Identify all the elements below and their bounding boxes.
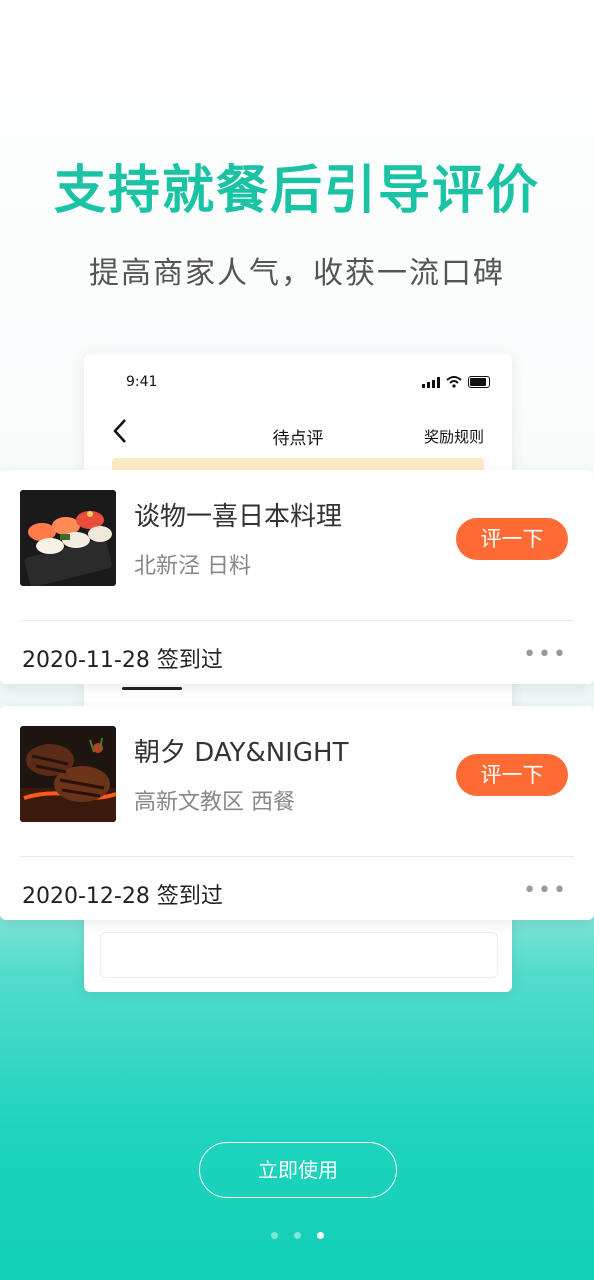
status-icons — [422, 376, 490, 388]
checkin-date: 2020-12-28 签到过 — [22, 884, 223, 909]
inner-divider — [122, 687, 182, 690]
phone-footer-box — [100, 932, 498, 978]
status-time: 9:41 — [126, 374, 158, 390]
restaurant-name: 谈物一喜日本料理 — [134, 502, 343, 532]
subheadline: 提高商家人气，收获一流口碑 — [89, 256, 505, 291]
use-now-button[interactable]: 立即使用 — [199, 1142, 397, 1198]
card-divider — [20, 620, 574, 621]
restaurant-photo — [20, 726, 116, 822]
review-button[interactable]: 评一下 — [456, 518, 568, 560]
page-indicator — [0, 1232, 594, 1239]
battery-icon — [468, 376, 490, 388]
signal-icon — [422, 376, 440, 388]
headline: 支持就餐后引导评价 — [53, 161, 540, 221]
page-dot[interactable] — [270, 1232, 278, 1239]
page-dot[interactable] — [293, 1232, 301, 1239]
review-card: 谈物一喜日本料理 北新泾 日料 评一下 2020-11-28 签到过 ••• — [0, 470, 594, 684]
checkin-date: 2020-11-28 签到过 — [22, 648, 223, 673]
restaurant-name: 朝夕 DAY&NIGHT — [134, 738, 349, 768]
page-dot-active[interactable] — [316, 1232, 324, 1239]
wifi-icon — [446, 376, 462, 388]
review-button[interactable]: 评一下 — [456, 754, 568, 796]
card-divider — [20, 856, 574, 857]
restaurant-meta: 北新泾 日料 — [134, 554, 251, 579]
restaurant-photo — [20, 490, 116, 586]
review-card: 朝夕 DAY&NIGHT 高新文教区 西餐 评一下 2020-12-28 签到过… — [0, 706, 594, 920]
more-icon[interactable]: ••• — [523, 642, 568, 667]
more-icon[interactable]: ••• — [523, 878, 568, 903]
restaurant-meta: 高新文教区 西餐 — [134, 790, 295, 815]
reward-rules-link[interactable]: 奖励规则 — [424, 426, 484, 447]
